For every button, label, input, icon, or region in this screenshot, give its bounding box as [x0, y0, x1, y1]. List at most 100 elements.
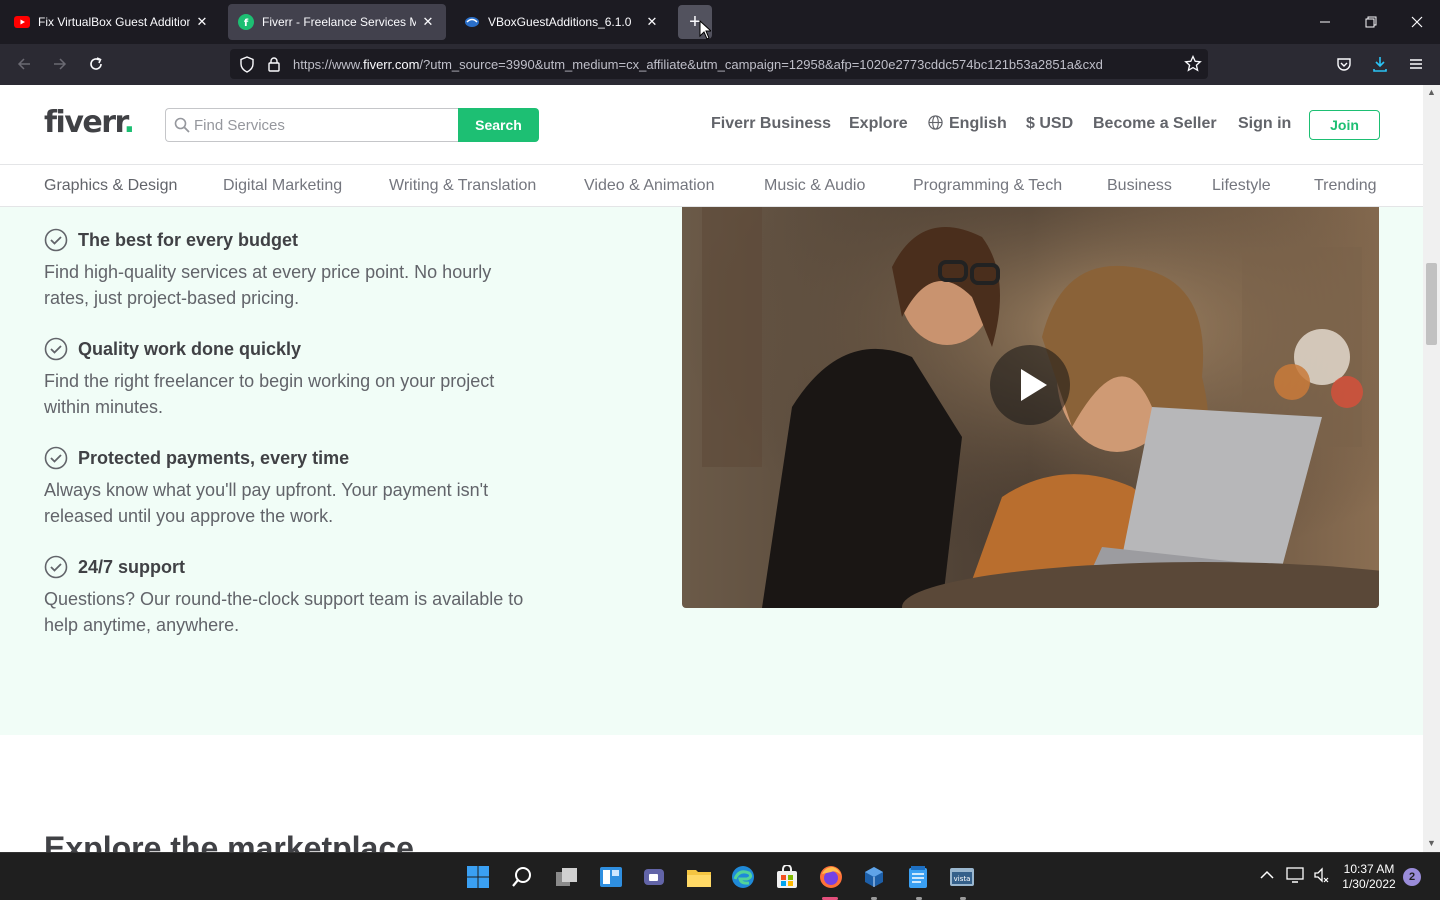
firefox[interactable]	[817, 863, 845, 891]
forward-button[interactable]	[46, 50, 74, 78]
category-business[interactable]: Business	[1107, 177, 1172, 195]
widgets-icon	[600, 867, 622, 887]
edge-browser[interactable]	[729, 863, 757, 891]
notepad[interactable]	[904, 863, 932, 891]
folder-icon	[687, 870, 711, 887]
vm-window-icon: vista	[950, 868, 974, 886]
search-icon	[512, 867, 531, 887]
check-circle-icon	[44, 337, 68, 361]
category-writing-translation[interactable]: Writing & Translation	[389, 177, 536, 195]
reload-button[interactable]	[82, 50, 110, 78]
store-icon	[777, 865, 797, 888]
category-trending[interactable]: Trending	[1314, 177, 1377, 195]
category-lifestyle[interactable]: Lifestyle	[1212, 177, 1271, 195]
search-input[interactable]: Find Services	[165, 108, 459, 142]
close-window-button[interactable]	[1394, 0, 1440, 44]
check-circle-icon	[44, 228, 68, 252]
file-explorer[interactable]	[685, 863, 713, 891]
search-button[interactable]: Search	[458, 108, 539, 142]
back-button[interactable]	[10, 50, 38, 78]
check-circle-icon	[44, 555, 68, 579]
tab-virtualbox[interactable]: VBoxGuestAdditions_6.1.0 ✕	[454, 4, 670, 40]
nav-become-seller[interactable]: Become a Seller	[1093, 115, 1217, 133]
bookmark-star-icon[interactable]	[1184, 55, 1202, 73]
widgets[interactable]	[597, 863, 625, 891]
virtualbox-icon	[464, 14, 480, 30]
shield-icon[interactable]	[239, 56, 255, 73]
tab-fiverr[interactable]: f Fiverr - Freelance Services Mark ✕	[228, 4, 446, 40]
teams-chat[interactable]	[641, 863, 669, 891]
restore-button[interactable]	[1348, 0, 1394, 44]
nav-currency[interactable]: $ USD	[1026, 115, 1073, 133]
app-menu-button[interactable]	[1402, 50, 1430, 78]
play-button[interactable]	[990, 345, 1070, 425]
vista-vm[interactable]: vista	[948, 863, 976, 891]
scroll-down-icon[interactable]: ▼	[1426, 838, 1437, 850]
feature-description: Always know what you'll pay upfront. You…	[44, 480, 489, 526]
download-icon	[1373, 57, 1387, 72]
svg-text:vista: vista	[954, 875, 971, 883]
promo-video[interactable]	[682, 207, 1379, 608]
downloads-button[interactable]	[1366, 50, 1394, 78]
scroll-up-icon[interactable]: ▲	[1426, 87, 1437, 99]
feature-description: Find the right freelancer to begin worki…	[44, 371, 495, 417]
language-label: English	[949, 115, 1007, 132]
tab-close-icon[interactable]: ✕	[420, 14, 436, 30]
explore-heading: Explore the marketplace	[44, 830, 414, 852]
fiverr-logo[interactable]: fiverr.	[44, 105, 135, 140]
nav-explore[interactable]: Explore	[849, 115, 908, 133]
search-icon	[174, 117, 190, 133]
clock-time: 10:37 AM	[1343, 862, 1395, 876]
nav-fiverr-business[interactable]: Fiverr Business	[711, 115, 831, 133]
search-bar: Find Services Search	[165, 108, 539, 142]
search-placeholder: Find Services	[194, 117, 285, 134]
minimize-button[interactable]	[1302, 0, 1348, 44]
hamburger-menu-icon	[1410, 59, 1422, 69]
page-scrollbar[interactable]: ▲ ▼	[1423, 85, 1440, 852]
restore-icon	[1365, 16, 1377, 28]
virtualbox-app[interactable]	[860, 863, 888, 891]
system-clock[interactable]: 10:37 AM 1/30/2022	[1334, 862, 1404, 892]
category-graphics-design[interactable]: Graphics & Design	[44, 177, 177, 195]
category-digital-marketing[interactable]: Digital Marketing	[223, 177, 342, 195]
notification-badge[interactable]: 2	[1403, 868, 1421, 886]
edge-icon	[732, 866, 754, 888]
clock-date: 1/30/2022	[1342, 877, 1396, 891]
site-header: fiverr. Find Services Search Fiverr Busi…	[0, 85, 1423, 165]
scroll-thumb[interactable]	[1426, 263, 1437, 345]
task-view[interactable]	[553, 863, 581, 891]
join-button[interactable]: Join	[1309, 110, 1380, 140]
minimize-icon	[1320, 21, 1330, 23]
network-icon[interactable]	[1286, 867, 1304, 886]
fiverr-icon: f	[238, 14, 254, 30]
category-music-audio[interactable]: Music & Audio	[764, 177, 865, 195]
url-host: fiverr.com	[363, 57, 420, 72]
tab-youtube[interactable]: Fix VirtualBox Guest Additions E ✕	[4, 4, 220, 40]
category-video-animation[interactable]: Video & Animation	[584, 177, 714, 195]
logo-text: fiverr	[44, 105, 125, 140]
svg-text:f: f	[244, 18, 249, 29]
category-menu: Graphics & Design Digital Marketing Writ…	[0, 165, 1423, 207]
tab-title: Fiverr - Freelance Services Mark	[262, 15, 416, 29]
category-programming-tech[interactable]: Programming & Tech	[913, 177, 1062, 195]
taskbar-search[interactable]	[508, 863, 536, 891]
address-bar[interactable]: https://www.fiverr.com/?utm_source=3990&…	[230, 49, 1208, 79]
notepad-icon	[909, 866, 927, 888]
lock-icon[interactable]	[267, 56, 281, 72]
arrow-right-icon	[54, 58, 67, 70]
check-circle-icon	[44, 446, 68, 470]
tray-overflow-icon[interactable]	[1260, 867, 1274, 883]
microsoft-store[interactable]	[773, 863, 801, 891]
volume-icon[interactable]	[1313, 867, 1329, 886]
tab-close-icon[interactable]: ✕	[194, 14, 210, 30]
reload-icon	[90, 57, 102, 70]
web-page: The best for every budget Find high-qual…	[0, 85, 1423, 852]
tab-close-icon[interactable]: ✕	[644, 14, 660, 30]
start-button[interactable]	[464, 863, 492, 891]
mouse-cursor-icon	[699, 20, 711, 40]
nav-sign-in[interactable]: Sign in	[1238, 115, 1291, 133]
tab-bar: Fix VirtualBox Guest Additions E ✕ f Fiv…	[0, 0, 1440, 44]
url-text[interactable]: https://www.fiverr.com/?utm_source=3990&…	[293, 57, 1173, 72]
pocket-button[interactable]	[1330, 50, 1358, 78]
nav-language[interactable]: English	[928, 115, 1007, 133]
